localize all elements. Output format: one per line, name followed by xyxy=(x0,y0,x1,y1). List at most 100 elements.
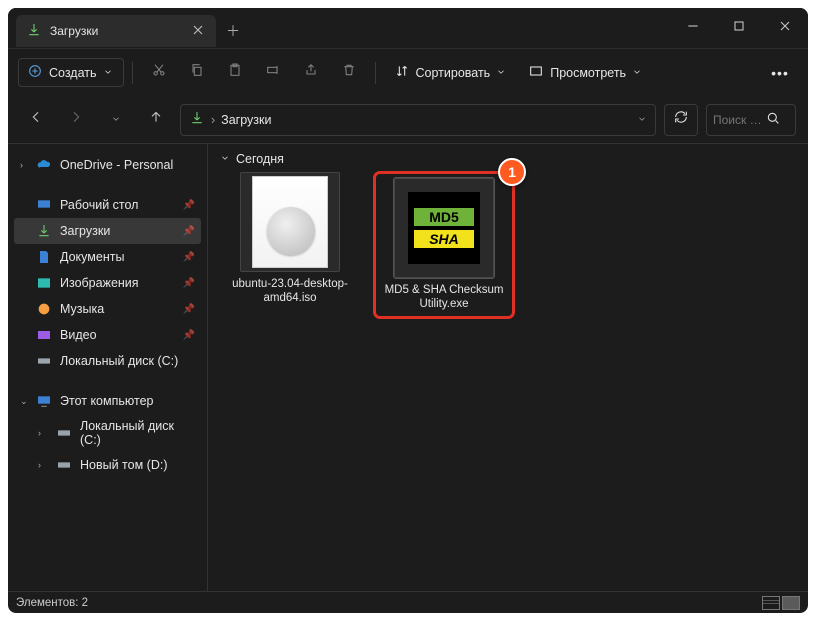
close-icon[interactable] xyxy=(190,22,206,41)
tab-downloads[interactable]: Загрузки xyxy=(16,15,216,47)
view-label: Просмотреть xyxy=(550,66,626,80)
view-button[interactable]: Просмотреть xyxy=(518,59,652,86)
search-input[interactable] xyxy=(713,113,761,127)
chevron-down-icon xyxy=(111,111,121,129)
chevron-right-icon[interactable]: › xyxy=(38,460,41,470)
share-button[interactable] xyxy=(293,57,329,89)
sidebar-item-local-c2[interactable]: › Локальный диск (C:) xyxy=(14,414,201,452)
sha-label: SHA xyxy=(414,230,474,248)
pc-icon xyxy=(36,393,52,409)
sidebar-item-documents[interactable]: Документы 📌 xyxy=(14,244,201,270)
back-button[interactable] xyxy=(20,104,52,136)
sidebar-item-onedrive[interactable]: › OneDrive - Personal xyxy=(14,152,201,178)
sidebar-item-downloads[interactable]: Загрузки 📌 xyxy=(14,218,201,244)
minimize-button[interactable] xyxy=(670,8,716,48)
body: › OneDrive - Personal Рабочий стол 📌 Заг… xyxy=(8,144,808,591)
sidebar-item-label: Рабочий стол xyxy=(60,198,138,212)
sidebar-item-label: Новый том (D:) xyxy=(80,458,168,472)
trash-icon xyxy=(341,62,357,83)
videos-icon xyxy=(36,327,52,343)
chevron-right-icon[interactable]: › xyxy=(20,160,23,170)
tab-label: Загрузки xyxy=(50,24,98,38)
sidebar-item-label: Музыка xyxy=(60,302,104,316)
documents-icon xyxy=(36,249,52,265)
group-label: Сегодня xyxy=(236,152,284,166)
search-box[interactable] xyxy=(706,104,796,136)
content-pane[interactable]: Сегодня ubuntu-23.04-desktop-amd64.iso 1… xyxy=(208,144,808,591)
chevron-down-icon xyxy=(103,66,113,80)
chevron-down-icon[interactable]: ⌄ xyxy=(20,396,28,407)
file-name: ubuntu-23.04-desktop-amd64.iso xyxy=(220,278,360,306)
pin-icon: 📌 xyxy=(183,304,195,315)
forward-button[interactable] xyxy=(60,104,92,136)
desktop-icon xyxy=(36,197,52,213)
cut-button[interactable] xyxy=(141,57,177,89)
paste-button[interactable] xyxy=(217,57,253,89)
more-button[interactable]: ••• xyxy=(762,57,798,89)
plus-circle-icon xyxy=(27,63,43,82)
new-button-label: Создать xyxy=(49,66,97,80)
file-item-selected[interactable]: 1 MD5 SHA MD5 & SHA Checksum Utility.exe xyxy=(374,172,514,318)
sidebar: › OneDrive - Personal Рабочий стол 📌 Заг… xyxy=(8,144,208,591)
annotation-badge: 1 xyxy=(498,158,526,186)
refresh-button[interactable] xyxy=(664,104,698,136)
maximize-button[interactable] xyxy=(716,8,762,48)
pin-icon: 📌 xyxy=(183,252,195,263)
recent-button[interactable] xyxy=(100,104,132,136)
chevron-down-icon xyxy=(632,66,642,80)
pin-icon: 📌 xyxy=(183,278,195,289)
new-button[interactable]: Создать xyxy=(18,58,124,87)
pin-icon: 📌 xyxy=(183,200,195,211)
delete-button[interactable] xyxy=(331,57,367,89)
sidebar-item-desktop[interactable]: Рабочий стол 📌 xyxy=(14,192,201,218)
sidebar-item-label: Изображения xyxy=(60,276,139,290)
cut-icon xyxy=(151,62,167,83)
sidebar-item-music[interactable]: Музыка 📌 xyxy=(14,296,201,322)
sidebar-item-videos[interactable]: Видео 📌 xyxy=(14,322,201,348)
view-icon xyxy=(528,63,544,82)
pictures-icon xyxy=(36,275,52,291)
download-icon xyxy=(36,223,52,239)
sidebar-item-this-pc[interactable]: ⌄ Этот компьютер xyxy=(14,388,201,414)
music-icon xyxy=(36,301,52,317)
copy-icon xyxy=(189,62,205,83)
refresh-icon xyxy=(673,109,689,130)
chevron-right-icon[interactable]: › xyxy=(38,428,41,438)
nav-bar: › Загрузки xyxy=(8,96,808,144)
arrow-left-icon xyxy=(28,109,44,130)
sidebar-item-local-c[interactable]: Локальный диск (C:) xyxy=(14,348,201,374)
rename-button[interactable] xyxy=(255,57,291,89)
file-name: MD5 & SHA Checksum Utility.exe xyxy=(378,284,510,312)
chevron-down-icon xyxy=(220,152,230,166)
new-tab-button[interactable]: ＋ xyxy=(216,15,250,47)
up-button[interactable] xyxy=(140,104,172,136)
close-window-button[interactable] xyxy=(762,8,808,48)
download-icon xyxy=(189,110,205,129)
chevron-down-icon[interactable] xyxy=(637,113,647,127)
icons-view-button[interactable] xyxy=(782,596,800,610)
sidebar-item-pictures[interactable]: Изображения 📌 xyxy=(14,270,201,296)
share-icon xyxy=(303,62,319,83)
iso-icon xyxy=(252,176,328,268)
view-toggles xyxy=(762,596,800,610)
sidebar-item-new-vol-d[interactable]: › Новый том (D:) xyxy=(14,452,201,478)
address-crumb: Загрузки xyxy=(221,113,271,127)
exe-icon: MD5 SHA xyxy=(408,192,480,264)
disk-icon xyxy=(56,425,72,441)
item-grid: ubuntu-23.04-desktop-amd64.iso 1 MD5 SHA… xyxy=(220,172,796,318)
md5-label: MD5 xyxy=(414,208,474,226)
sort-icon xyxy=(394,63,410,82)
copy-button[interactable] xyxy=(179,57,215,89)
details-view-button[interactable] xyxy=(762,596,780,610)
search-icon xyxy=(765,110,781,129)
explorer-window: Загрузки ＋ Создать Сортировать xyxy=(8,8,808,613)
disk-icon xyxy=(56,457,72,473)
command-toolbar: Создать Сортировать Просмотреть ••• xyxy=(8,48,808,96)
tab-strip: Загрузки ＋ xyxy=(8,9,670,47)
sort-button[interactable]: Сортировать xyxy=(384,59,517,86)
file-thumbnail: MD5 SHA xyxy=(394,178,494,278)
file-item[interactable]: ubuntu-23.04-desktop-amd64.iso xyxy=(220,172,360,318)
title-bar: Загрузки ＋ xyxy=(8,8,808,48)
address-bar[interactable]: › Загрузки xyxy=(180,104,656,136)
item-count: Элементов: 2 xyxy=(16,597,88,609)
